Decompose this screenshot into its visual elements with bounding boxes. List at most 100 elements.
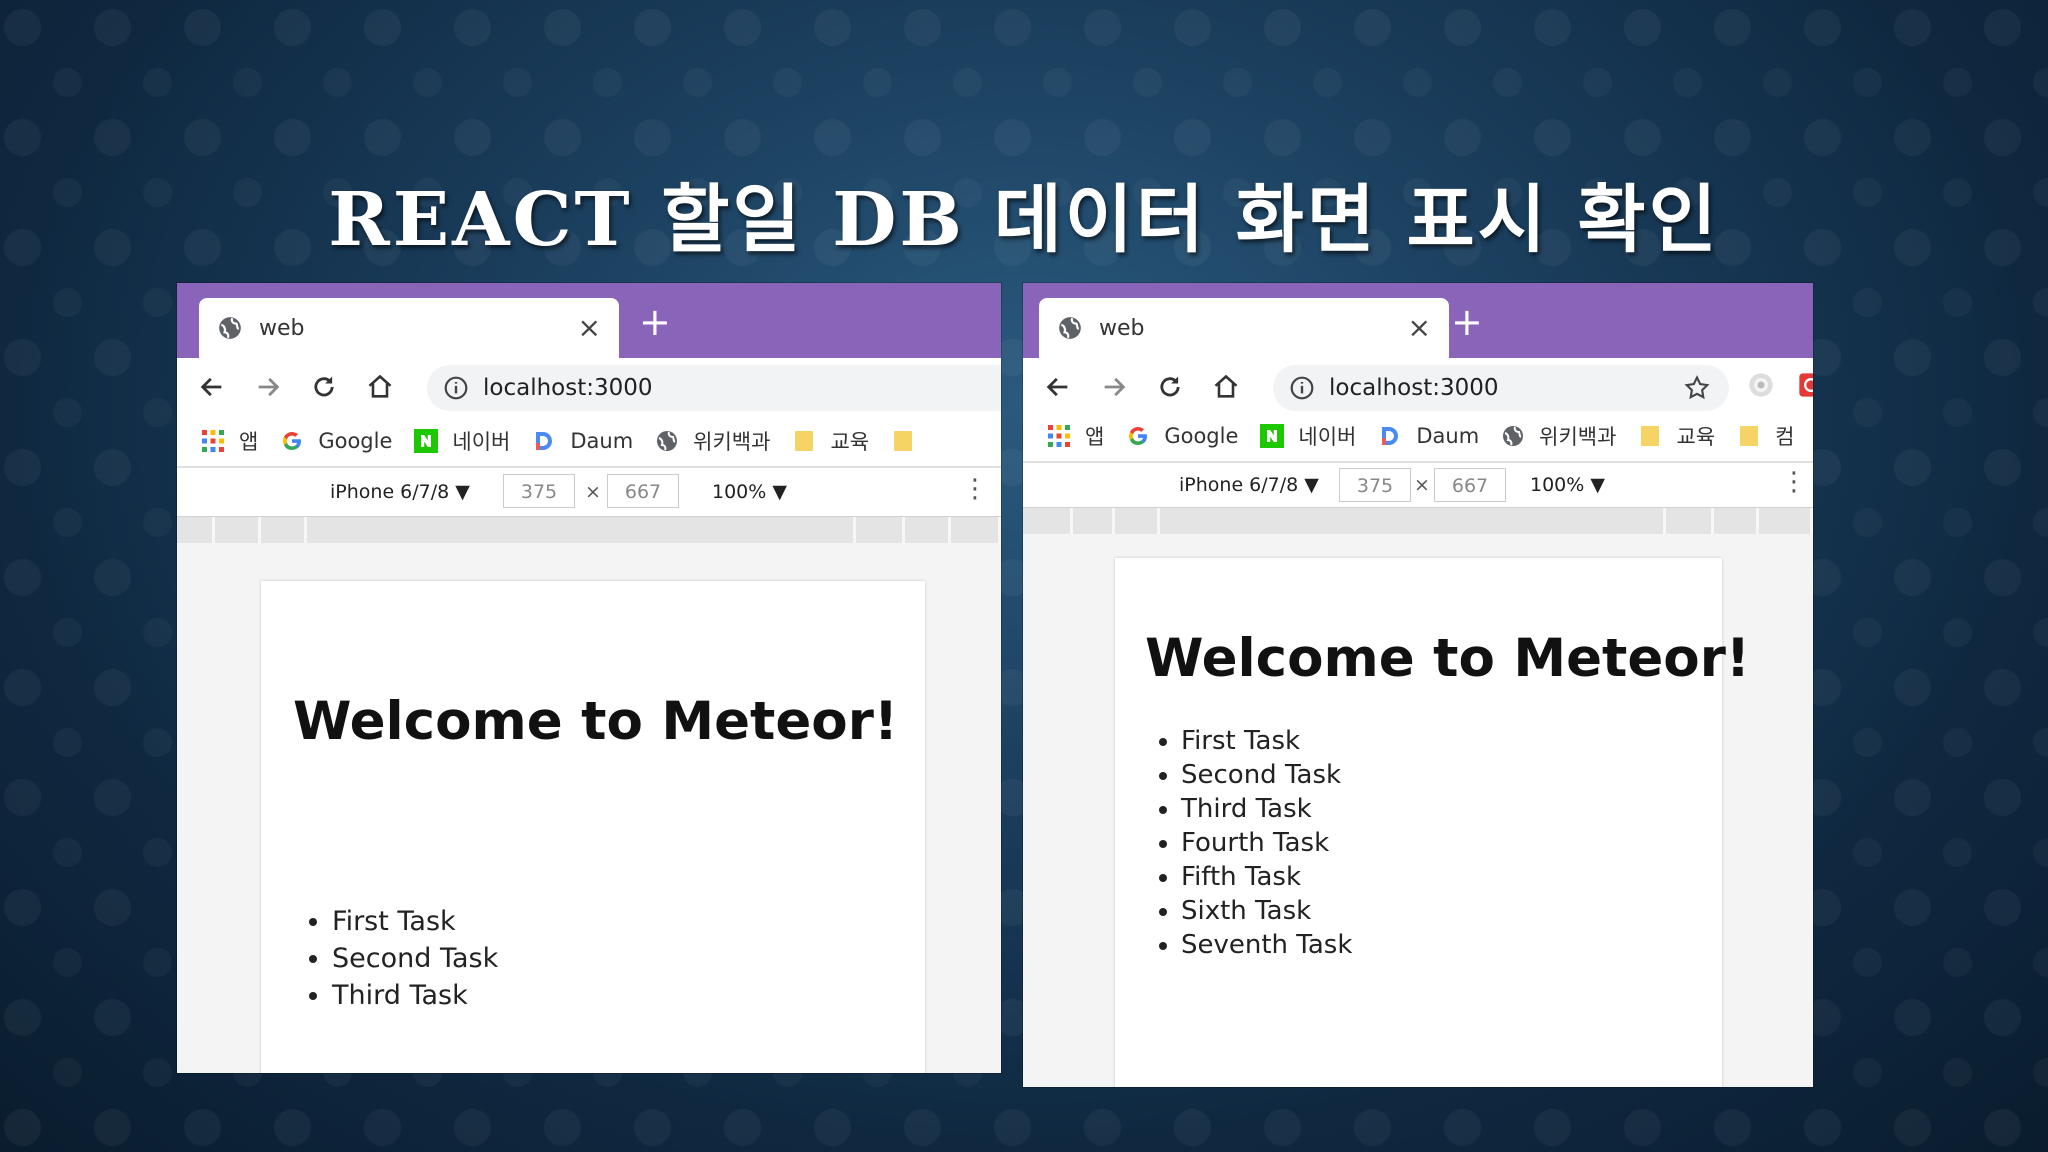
bookmark-folder-overflow[interactable] xyxy=(891,429,929,453)
slide-title: REACT 할일 DB 데이터 화면 표시 확인 xyxy=(328,177,1720,263)
folder-icon xyxy=(795,431,814,451)
bookmark-apps[interactable]: 앱 xyxy=(201,426,258,456)
bookmark-label: Daum xyxy=(1416,424,1480,448)
browser-toolbar: localhost:3000 xyxy=(1023,358,1813,416)
bookmark-label: 컴 xyxy=(1775,425,1795,449)
naver-icon xyxy=(1260,424,1285,448)
device-width-input[interactable]: 375 xyxy=(1339,468,1411,502)
folder-icon xyxy=(1641,426,1660,446)
home-button[interactable] xyxy=(359,366,401,408)
bookmark-label: 교육 xyxy=(830,430,870,454)
more-options-icon[interactable]: ⋮ xyxy=(962,476,988,502)
google-icon xyxy=(1129,427,1148,446)
bookmark-label: 교육 xyxy=(1676,425,1716,449)
bookmark-label: Google xyxy=(1164,424,1239,448)
bookmark-label: 위키백과 xyxy=(1539,425,1617,449)
star-bookmark-icon[interactable] xyxy=(1683,374,1711,402)
bookmark-label: 앱 xyxy=(239,430,259,454)
bookmark-folder-overflow[interactable]: 컴 xyxy=(1737,421,1794,451)
bookmark-label: Daum xyxy=(570,429,634,453)
task-item: Sixth Task xyxy=(1181,894,1352,928)
device-select[interactable]: iPhone 6/7/8 ▼ xyxy=(330,481,470,503)
back-button[interactable] xyxy=(191,366,233,408)
address-bar[interactable]: localhost:3000 xyxy=(427,365,1001,411)
tab-close-icon[interactable]: × xyxy=(578,314,601,342)
google-icon xyxy=(283,432,302,451)
browser-window-left: web × + localhost:3000 앱 Google 네이버 Daum… xyxy=(177,283,1001,1073)
device-viewport: Welcome to Meteor! First Task Second Tas… xyxy=(1023,534,1813,1087)
zoom-select[interactable]: 100% ▼ xyxy=(712,481,787,503)
forward-button[interactable] xyxy=(247,366,289,408)
device-height-input[interactable]: 667 xyxy=(607,474,679,508)
task-item: Third Task xyxy=(332,977,498,1014)
device-toolbar: iPhone 6/7/8 ▼ 375 × 667 100% ▼ ⋮ xyxy=(1023,463,1813,508)
bookmark-label: Google xyxy=(318,429,393,453)
bookmark-naver[interactable]: 네이버 xyxy=(1260,421,1356,451)
bookmark-daum[interactable]: Daum xyxy=(532,429,633,453)
tab-close-icon[interactable]: × xyxy=(1408,314,1431,342)
bookmark-naver[interactable]: 네이버 xyxy=(414,426,510,456)
media-query-ruler xyxy=(1023,508,1813,534)
forward-button[interactable] xyxy=(1093,366,1135,408)
daum-icon xyxy=(536,432,553,450)
device-height-input[interactable]: 667 xyxy=(1434,468,1506,502)
device-width-input[interactable]: 375 xyxy=(503,474,575,508)
task-item: Fifth Task xyxy=(1181,860,1352,894)
tab-web[interactable]: web × xyxy=(1039,298,1449,358)
home-icon xyxy=(368,374,392,398)
reload-button[interactable] xyxy=(1149,366,1191,408)
zoom-select[interactable]: 100% ▼ xyxy=(1530,474,1605,496)
extension-icon[interactable] xyxy=(1747,371,1775,399)
apps-grid-icon xyxy=(1048,425,1070,447)
more-options-icon[interactable]: ⋮ xyxy=(1781,469,1807,495)
reload-icon xyxy=(314,376,334,397)
device-select[interactable]: iPhone 6/7/8 ▼ xyxy=(1179,474,1319,496)
globe-icon xyxy=(1059,317,1081,339)
address-bar[interactable]: localhost:3000 xyxy=(1273,365,1729,411)
reload-button[interactable] xyxy=(303,366,345,408)
task-item: Second Task xyxy=(332,940,498,977)
folder-icon xyxy=(1740,426,1759,446)
back-button[interactable] xyxy=(1037,366,1079,408)
bookmarks-bar: 앱 Google 네이버 Daum 위키백과 교육 컴 xyxy=(1023,411,1813,463)
bookmark-folder-education[interactable]: 교육 xyxy=(1638,421,1715,451)
bookmark-label: 네이버 xyxy=(1298,425,1357,449)
address-url: localhost:3000 xyxy=(1329,375,1499,401)
task-item: First Task xyxy=(332,903,498,940)
info-icon[interactable] xyxy=(1289,375,1315,401)
bookmark-label: 네이버 xyxy=(452,430,511,454)
wikipedia-icon xyxy=(1503,426,1524,446)
bookmark-label: 위키백과 xyxy=(693,430,771,454)
bookmark-wikipedia[interactable]: 위키백과 xyxy=(1501,421,1616,451)
tab-web[interactable]: web × xyxy=(199,298,619,358)
home-button[interactable] xyxy=(1205,366,1247,408)
bookmarks-bar: 앱 Google 네이버 Daum 위키백과 교육 xyxy=(177,416,1001,468)
bookmark-folder-education[interactable]: 교육 xyxy=(792,426,869,456)
task-item: Third Task xyxy=(1181,792,1352,826)
tab-strip: web × + xyxy=(177,283,1001,358)
device-toolbar: iPhone 6/7/8 ▼ 375 × 667 100% ▼ ⋮ xyxy=(177,468,1001,517)
tab-strip: web × + xyxy=(1023,283,1813,358)
task-item: Seventh Task xyxy=(1181,928,1352,962)
dimension-separator: × xyxy=(1414,474,1430,496)
new-tab-button[interactable]: + xyxy=(639,303,671,341)
browser-toolbar: localhost:3000 xyxy=(177,358,1001,416)
bookmark-wikipedia[interactable]: 위키백과 xyxy=(655,426,770,456)
bookmark-daum[interactable]: Daum xyxy=(1378,424,1479,448)
bookmark-apps[interactable]: 앱 xyxy=(1047,421,1104,451)
dimension-separator: × xyxy=(585,481,601,503)
bookmark-google[interactable]: Google xyxy=(280,429,392,453)
new-tab-button[interactable]: + xyxy=(1451,303,1483,341)
daum-icon xyxy=(1382,427,1399,445)
bookmark-label: 앱 xyxy=(1085,425,1105,449)
arrow-left-icon xyxy=(200,377,222,397)
extension-red-icon[interactable] xyxy=(1797,371,1813,399)
globe-icon xyxy=(219,317,241,339)
bookmark-google[interactable]: Google xyxy=(1126,424,1238,448)
folder-icon xyxy=(894,431,913,451)
browser-window-right: web × + localhost:3000 앱 Google 네이버 Daum… xyxy=(1023,283,1813,1087)
task-item: First Task xyxy=(1181,724,1352,758)
emulated-page: Welcome to Meteor! First Task Second Tas… xyxy=(261,581,925,1073)
apps-grid-icon xyxy=(202,430,224,452)
info-icon[interactable] xyxy=(443,375,469,401)
